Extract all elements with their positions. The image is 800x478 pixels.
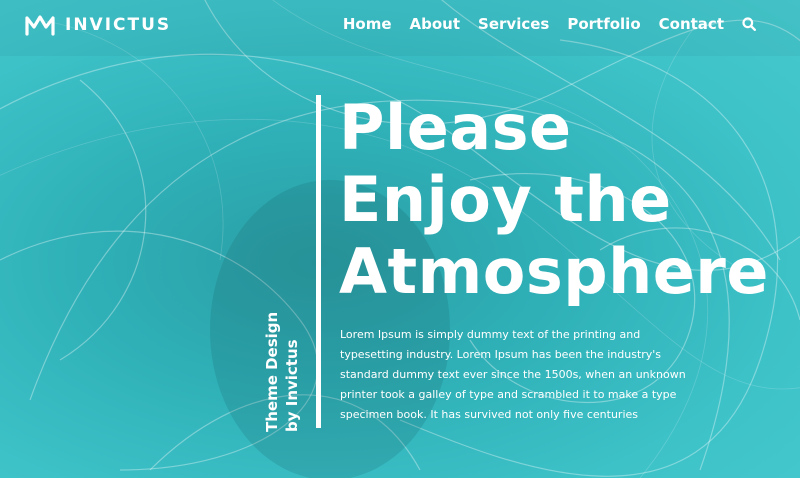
- hero-description: Lorem Ipsum is simply dummy text of the …: [340, 328, 686, 421]
- brand-logo[interactable]: INVICTUS: [25, 14, 171, 36]
- nav-item-home[interactable]: Home: [343, 15, 392, 33]
- crown-logo-icon: [25, 15, 55, 36]
- nav-item-portfolio[interactable]: Portfolio: [567, 15, 640, 33]
- brand-name: INVICTUS: [65, 15, 172, 35]
- search-button[interactable]: [742, 17, 756, 31]
- hero-headline: Please Enjoy the Atmosphere: [339, 92, 769, 308]
- side-credit: Theme Design by Invictus: [262, 312, 302, 432]
- nav-item-services[interactable]: Services: [478, 15, 549, 33]
- side-credit-line-2: by Invictus: [283, 339, 301, 432]
- vertical-divider: [316, 95, 321, 428]
- nav-item-contact[interactable]: Contact: [659, 15, 724, 33]
- search-icon: [742, 17, 756, 31]
- nav-item-about[interactable]: About: [410, 15, 461, 33]
- headline-line-3: Atmosphere: [339, 235, 769, 308]
- side-credit-line-1: Theme Design: [263, 311, 281, 432]
- main-nav: Home About Services Portfolio Contact: [325, 15, 756, 33]
- headline-line-2: Enjoy the: [339, 163, 672, 236]
- headline-line-1: Please: [339, 91, 572, 164]
